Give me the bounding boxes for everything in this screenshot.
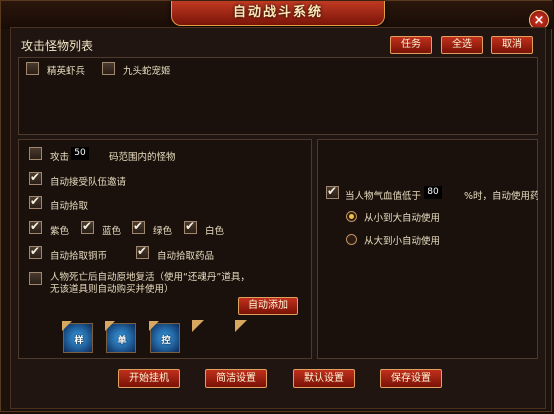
skill-slot[interactable]: 控 [149,321,180,353]
monster-list-title: 攻击怪物列表 [21,39,94,53]
title-bar[interactable]: 自动战斗系统 [1,1,553,29]
slot-corner-icon [62,321,72,331]
order-large-to-small-label: 从大到小自动使用 [364,236,441,247]
attack-range-checkbox[interactable] [29,147,42,160]
auto-pickup-label: 自动拾取 [50,201,89,212]
monster-label: 精英虾兵 [47,66,86,77]
skill-slot[interactable]: 样 [62,321,93,353]
white-label: 白色 [205,226,225,237]
green-label: 绿色 [153,226,173,237]
simple-settings-button[interactable]: 简洁设置 [205,369,267,388]
blue-label: 蓝色 [102,226,122,237]
slot-corner-icon [149,321,159,331]
auto-add-button[interactable]: 自动添加 [238,297,298,315]
green-checkbox[interactable] [132,219,145,234]
hp-threshold-input[interactable]: 80 [424,186,442,199]
auto-pickup-coins-checkbox[interactable] [29,244,42,259]
skill-glyph: 单 [117,336,127,346]
slot-corner-icon [192,320,204,332]
attack-range-input[interactable]: 50 [71,147,89,160]
default-settings-button[interactable]: 默认设置 [293,369,355,388]
auto-battle-window: 自动战斗系统 × 攻击怪物列表 任务 全选 取消 精英虾兵 九头蛇宠姬 攻击 5… [0,0,553,412]
auto-accept-team-label: 自动接受队伍邀请 [50,177,127,188]
auto-accept-team-checkbox[interactable] [29,170,42,185]
hp-prefix-label: 当人物气血值低于 [345,191,422,202]
order-large-to-small-radio[interactable] [346,234,357,245]
blue-checkbox[interactable] [81,219,94,234]
slot-corner-icon [235,320,247,332]
purple-checkbox[interactable] [29,219,42,234]
select-all-button[interactable]: 全选 [441,36,483,54]
monster-label: 九头蛇宠姬 [123,66,171,77]
auto-pickup-coins-label: 自动拾取铜币 [50,251,108,262]
monster-checkbox[interactable] [26,62,39,75]
slot-corner-icon [105,321,115,331]
auto-pickup-potions-label: 自动拾取药品 [157,251,215,262]
revive-text-line2: 无该道具则自动购买并使用） [50,284,174,295]
window-title: 自动战斗系统 [232,5,323,20]
start-auto-battle-button[interactable]: 开始挂机 [118,369,180,388]
skill-glyph: 样 [74,336,84,346]
right-settings-panel [317,139,538,359]
task-button[interactable]: 任务 [390,36,432,54]
empty-skill-slot[interactable] [192,320,206,334]
hp-threshold-checkbox[interactable] [326,184,339,199]
hp-suffix-label: %时，自动使用药 [464,191,538,202]
order-small-to-large-radio[interactable] [346,211,357,222]
purple-label: 紫色 [50,226,70,237]
monster-checkbox[interactable] [102,62,115,75]
cancel-button[interactable]: 取消 [491,36,533,54]
save-settings-button[interactable]: 保存设置 [380,369,442,388]
skill-glyph: 控 [161,336,171,346]
order-small-to-large-label: 从小到大自动使用 [364,213,441,224]
attack-suffix-label: 码范围内的怪物 [109,152,176,163]
auto-pickup-potions-checkbox[interactable] [136,244,149,259]
monster-list-panel [18,57,538,135]
empty-skill-slot[interactable] [235,320,249,334]
white-checkbox[interactable] [184,219,197,234]
title-plate: 自动战斗系统 [171,1,385,26]
auto-pickup-checkbox[interactable] [29,194,42,209]
skill-slot[interactable]: 单 [105,321,136,353]
attack-prefix-label: 攻击 [50,152,70,163]
auto-revive-checkbox[interactable] [29,272,42,285]
